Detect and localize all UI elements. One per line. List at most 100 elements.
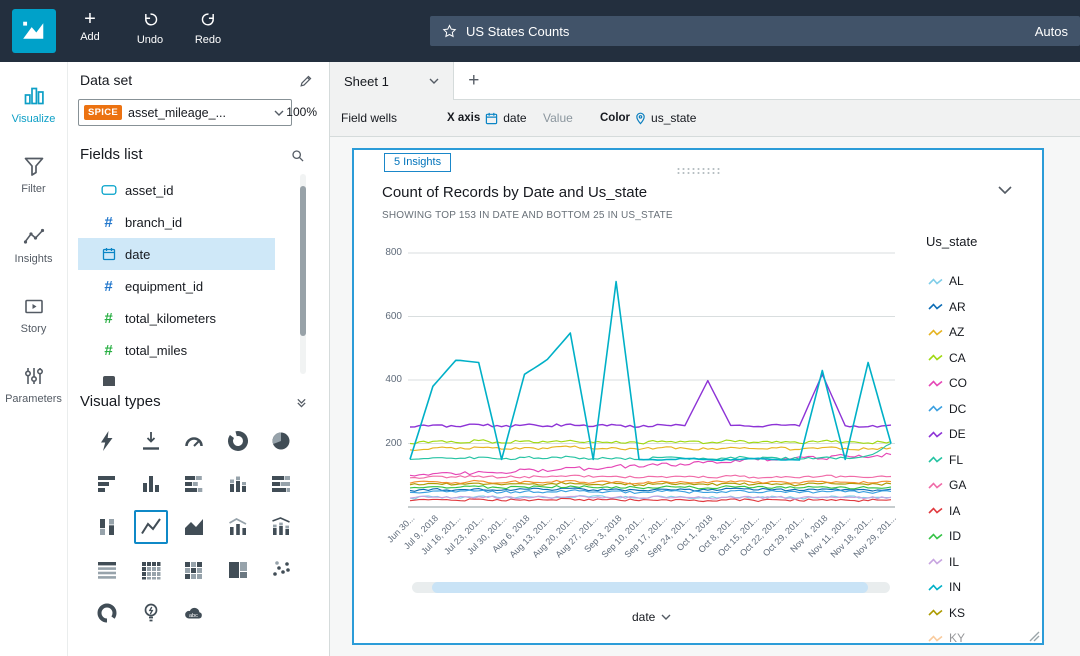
fields-scrollbar-thumb[interactable] [300, 186, 306, 336]
field-label: date [125, 247, 150, 262]
chevron-down-icon [274, 110, 284, 116]
visual-type-donut-chart[interactable] [221, 424, 255, 458]
visual-type-scatter-plot[interactable] [264, 553, 298, 587]
color-well[interactable]: Color us_state [600, 111, 696, 125]
legend-item-IA[interactable]: IA [928, 501, 960, 521]
visual-type-horizontal-stacked-bar[interactable] [177, 467, 211, 501]
field-label: branch_id [125, 215, 182, 230]
field-item-branch_id[interactable]: #branch_id [78, 206, 275, 238]
visual-type-pie-chart[interactable] [264, 424, 298, 458]
visual-type-table[interactable] [90, 553, 124, 587]
legend-item-AR[interactable]: AR [928, 297, 966, 317]
add-sheet-button[interactable]: + [454, 62, 494, 99]
legend-item-IL[interactable]: IL [928, 552, 959, 572]
fields-scrollbar[interactable] [300, 174, 306, 374]
search-icon[interactable] [291, 149, 305, 163]
line-chart-plot[interactable] [408, 247, 895, 513]
rail-item-label: Insights [15, 253, 53, 265]
legend-item-CO[interactable]: CO [928, 373, 967, 393]
visual-type-word-cloud[interactable]: abc [177, 596, 211, 630]
legend-item-FL[interactable]: FL [928, 450, 963, 470]
visual-type-radial-chart[interactable] [90, 596, 124, 630]
fields-list: asset_id#branch_iddate#equipment_id#tota… [68, 174, 308, 386]
rail-item-label: Filter [21, 183, 45, 195]
rail-item-visualize[interactable]: Visualize [0, 82, 67, 152]
chevron-down-icon [661, 614, 671, 620]
visual-type-horizontal-stacked-100-bar[interactable] [264, 467, 298, 501]
visual-types-grid: abc [90, 424, 308, 630]
visual-type-stacked-combo-bar-line[interactable] [264, 510, 298, 544]
field-item-date[interactable]: date [78, 238, 275, 270]
legend-item-AL[interactable]: AL [928, 271, 964, 291]
value-well[interactable]: Value [543, 111, 573, 125]
add-button[interactable]: + Add [67, 11, 113, 43]
visual-type-horizontal-bar[interactable] [90, 467, 124, 501]
resize-handle-icon[interactable] [1029, 631, 1040, 642]
visual-type-line-chart[interactable] [134, 510, 168, 544]
legend-item-ID[interactable]: ID [928, 526, 961, 546]
visual-type-area-line-chart[interactable] [177, 510, 211, 544]
legend-label: CO [949, 376, 967, 390]
visual-type-vertical-stacked-bar[interactable] [221, 467, 255, 501]
visual-type-tree-map[interactable] [221, 553, 255, 587]
visual-type-vertical-bar[interactable] [134, 467, 168, 501]
parameters-icon [22, 364, 46, 388]
field-item-equipment_id[interactable]: #equipment_id [78, 270, 275, 302]
tab-sheet1[interactable]: Sheet 1 [330, 62, 454, 100]
color-well-value: us_state [651, 111, 696, 125]
field-item-partial[interactable] [78, 366, 275, 386]
star-icon[interactable] [442, 24, 457, 39]
insights-badge[interactable]: 5 Insights [384, 153, 451, 172]
legend-mark-icon [928, 454, 943, 465]
dataset-select[interactable]: SPICE asset_mileage_... [78, 99, 292, 126]
legend-mark-icon [928, 429, 943, 440]
legend-item-CA[interactable]: CA [928, 348, 966, 368]
field-wells-label: Field wells [341, 111, 397, 125]
rail-item-filter[interactable]: Filter [0, 152, 67, 222]
visual-type-kpi[interactable] [134, 424, 168, 458]
field-label: total_kilometers [125, 311, 216, 326]
rail-item-story[interactable]: Story [0, 292, 67, 362]
legend-item-AZ[interactable]: AZ [928, 322, 964, 342]
y-axis-label: 600 [368, 311, 402, 322]
field-item-total_kilometers[interactable]: #total_kilometers [78, 302, 275, 334]
redo-button[interactable]: Redo [185, 11, 231, 46]
quicksight-logo[interactable] [12, 9, 56, 53]
visual-type-combo-bar-line[interactable] [221, 510, 255, 544]
legend-mark-icon [928, 276, 943, 287]
legend-item-DE[interactable]: DE [928, 424, 966, 444]
rail-item-label: Visualize [12, 113, 56, 125]
legend-label: AR [949, 300, 966, 314]
chart-horizontal-scrollbar[interactable] [412, 582, 890, 593]
edit-pencil-icon[interactable] [299, 74, 313, 88]
x-axis-well[interactable]: X axis date [447, 111, 527, 125]
chevron-down-icon[interactable] [429, 78, 439, 84]
legend-item-GA[interactable]: GA [928, 475, 966, 495]
visual-type-auto-graph[interactable] [90, 424, 124, 458]
visual-type-insights[interactable] [134, 596, 168, 630]
field-item-total_miles[interactable]: #total_miles [78, 334, 275, 366]
rail-item-parameters[interactable]: Parameters [0, 362, 67, 432]
x-axis-field-control[interactable]: date [632, 610, 671, 624]
visual-type-pivot-table[interactable] [134, 553, 168, 587]
legend-item-DC[interactable]: DC [928, 399, 966, 419]
visual-card[interactable]: 5 Insights Count of Records by Date and … [352, 148, 1044, 645]
scrollbar-thumb[interactable] [432, 582, 868, 593]
legend-item-KY[interactable]: KY [928, 628, 965, 643]
legend-label: IL [949, 555, 959, 569]
undo-button[interactable]: Undo [127, 11, 173, 46]
visual-type-gauge[interactable] [177, 424, 211, 458]
collapse-double-chevron-icon[interactable] [296, 397, 307, 408]
field-wells-bar[interactable]: Field wells X axis date Value Color us_s… [330, 100, 1080, 137]
legend-item-IN[interactable]: IN [928, 577, 961, 597]
visual-type-heat-map[interactable] [177, 553, 211, 587]
story-icon [22, 294, 46, 318]
legend-mark-icon [928, 633, 943, 644]
analysis-title-bar[interactable]: US States Counts Autos [430, 16, 1080, 46]
rail-item-insights[interactable]: Insights [0, 222, 67, 292]
number-field-icon: # [100, 278, 117, 295]
field-item-asset_id[interactable]: asset_id [78, 174, 275, 206]
drag-handle[interactable] [676, 167, 720, 174]
visual-type-vertical-stacked-100-bar[interactable] [90, 510, 124, 544]
legend-item-KS[interactable]: KS [928, 603, 965, 623]
